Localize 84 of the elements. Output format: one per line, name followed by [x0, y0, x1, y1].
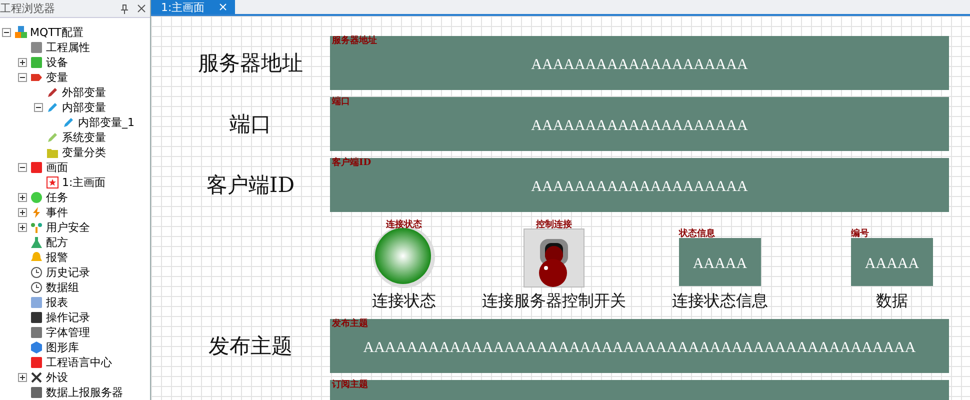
collapse-icon[interactable] [2, 28, 11, 37]
expand-icon[interactable] [18, 373, 27, 382]
clock-icon [30, 266, 43, 279]
hexagon-icon [30, 341, 43, 354]
text-field[interactable]: 发布主题 AAAAAAAAAAAAAAAAAAAAAAAAAAAAAAAAAAAAAAAAAAAAAAAAAAA [330, 319, 949, 373]
collapse-icon[interactable] [18, 163, 27, 172]
square-icon [30, 356, 43, 369]
tree-item[interactable]: 数据组 [46, 281, 79, 294]
tree-item[interactable]: 事件 [46, 206, 68, 219]
tree-item[interactable]: 字体管理 [46, 326, 90, 339]
tree-item[interactable]: 设备 [46, 56, 68, 69]
widget-label: 连接状态信息 [672, 290, 768, 312]
tree-item[interactable]: 内部变量 [62, 101, 106, 114]
tree-item[interactable]: 历史记录 [46, 266, 90, 279]
blocks-icon [14, 26, 27, 39]
pin-icon[interactable] [120, 4, 129, 14]
tree-item[interactable]: 报表 [46, 296, 68, 309]
display-value: AAAAA [692, 254, 748, 272]
field-label: 服务器地址 [198, 50, 303, 77]
tree-item[interactable]: 工程属性 [46, 41, 90, 54]
text-field[interactable]: 端口 AAAAAAAAAAAAAAAAAAAA [330, 97, 949, 151]
tree-item[interactable]: 1:主画面 [62, 176, 106, 189]
lightning-icon [30, 206, 43, 219]
close-icon[interactable] [137, 4, 146, 13]
tree-item[interactable]: 用户安全 [46, 221, 90, 234]
tree-item[interactable]: 工程语言中心 [46, 356, 112, 369]
square-icon [30, 386, 43, 399]
display-value: AAAAA [864, 254, 920, 272]
display-caption: 状态信息 [679, 229, 715, 240]
tree-item[interactable]: MQTT配置 [30, 26, 84, 39]
square-icon [30, 56, 43, 69]
tree-item[interactable]: 内部变量_1 [78, 116, 134, 129]
lamp-caption: 连接状态 [386, 220, 422, 231]
switch-caption: 控制连接 [536, 220, 572, 231]
field-label: 发布主题 [208, 333, 292, 360]
expand-icon[interactable] [18, 208, 27, 217]
field-caption: 服务器地址 [332, 36, 377, 47]
folder-icon [46, 146, 59, 159]
field-label: 客户端ID [206, 172, 295, 199]
field-caption: 客户端ID [332, 158, 372, 169]
flask-icon [30, 236, 43, 249]
field-caption: 订阅主题 [332, 380, 368, 391]
tree-item[interactable]: 外部变量 [62, 86, 106, 99]
tree-item[interactable]: 变量 [46, 71, 68, 84]
star-icon [46, 176, 59, 189]
display-caption: 编号 [851, 229, 869, 240]
pencil-icon [62, 116, 75, 129]
tree-item[interactable]: 配方 [46, 236, 68, 249]
text-field[interactable]: 服务器地址 AAAAAAAAAAAAAAAAAAAA [330, 36, 949, 90]
tree-item[interactable]: 任务 [46, 191, 68, 204]
pencil-icon [46, 131, 59, 144]
bell-icon [30, 251, 43, 264]
tree-item[interactable]: 报警 [46, 251, 68, 264]
pencil-icon [46, 101, 59, 114]
tree-item[interactable]: 画面 [46, 161, 68, 174]
widget-label: 连接服务器控制开关 [482, 290, 626, 312]
circle-icon [30, 191, 43, 204]
collapse-icon[interactable] [34, 103, 43, 112]
square-icon [30, 296, 43, 309]
field-label: 端口 [230, 111, 272, 138]
field-caption: 发布主题 [332, 319, 368, 330]
square-icon [30, 326, 43, 339]
tag-icon [30, 71, 43, 84]
square-icon [30, 311, 43, 324]
tab[interactable]: 1:主画面 [151, 0, 235, 14]
expand-icon[interactable] [18, 58, 27, 67]
tree-item[interactable]: 变量分类 [62, 146, 106, 159]
pencil-icon [46, 86, 59, 99]
widget-label: 连接状态 [372, 290, 436, 312]
square-icon [30, 161, 43, 174]
panel-title: 工程浏览器 [0, 1, 56, 16]
expand-icon[interactable] [18, 223, 27, 232]
tree-item[interactable]: 图形库 [46, 341, 79, 354]
clock-icon [30, 281, 43, 294]
expand-icon[interactable] [18, 193, 27, 202]
text-field[interactable]: 客户端ID AAAAAAAAAAAAAAAAAAAA [330, 158, 949, 212]
widget-label: 数据 [876, 290, 908, 312]
field-caption: 端口 [332, 97, 350, 108]
collapse-icon[interactable] [18, 73, 27, 82]
tree-item[interactable]: 系统变量 [62, 131, 106, 144]
tree-item[interactable]: 数据上报服务器 [46, 386, 123, 399]
tree-item[interactable]: 操作记录 [46, 311, 90, 324]
tree-item[interactable]: 外设 [46, 371, 68, 384]
square-icon [30, 41, 43, 54]
